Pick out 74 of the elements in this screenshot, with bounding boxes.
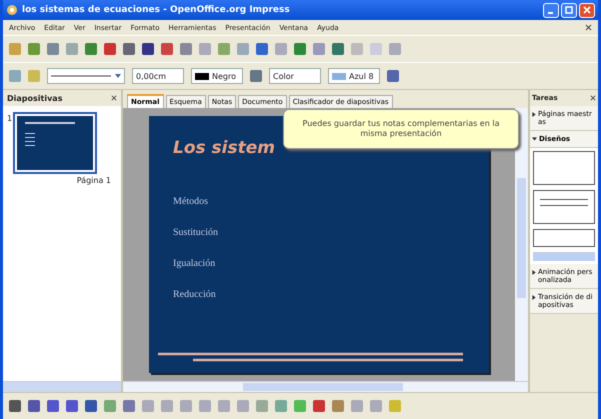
toolbar-icon[interactable]: [142, 43, 154, 55]
drawing-tool-icon[interactable]: [66, 400, 78, 412]
line-sample-icon: [51, 75, 111, 77]
toolbar-icon[interactable]: [123, 43, 135, 55]
drawing-tool-icon[interactable]: [28, 400, 40, 412]
collapsed-arrow-icon[interactable]: [532, 112, 536, 117]
scrollbar[interactable]: [533, 252, 595, 261]
close-icon[interactable]: [590, 95, 596, 101]
drawing-tool-icon[interactable]: [332, 400, 344, 412]
drawing-tool-icon[interactable]: [313, 400, 325, 412]
toolbar-icon[interactable]: [387, 70, 399, 82]
maximize-button[interactable]: [561, 2, 577, 18]
toolbar-icon[interactable]: [256, 43, 268, 55]
panel-title: Diapositivas: [7, 94, 62, 102]
slide-thumbnail[interactable]: [15, 114, 96, 172]
tooltip: Puedes guardar tus notas complementarias en la misma presentación: [283, 109, 519, 149]
slide-label: Página 1: [76, 176, 111, 185]
drawing-tool-icon[interactable]: [237, 400, 249, 412]
layout-preview[interactable]: [533, 151, 595, 185]
toolbar-icon[interactable]: [294, 43, 306, 55]
fill-type-dropdown[interactable]: Color: [269, 68, 321, 84]
bullet-text: Métodos: [173, 196, 209, 207]
toolbar-icon[interactable]: [104, 43, 116, 55]
drawing-tool-icon[interactable]: [370, 400, 382, 412]
collapsed-arrow-icon[interactable]: [532, 270, 536, 275]
drawing-tool-icon[interactable]: [104, 400, 116, 412]
app-icon: [6, 4, 18, 16]
scrollbar[interactable]: [3, 381, 121, 392]
dropdown-arrow-icon: [115, 74, 121, 78]
layout-preview[interactable]: [533, 229, 595, 247]
layout-preview[interactable]: [533, 190, 595, 224]
drawing-tool-icon[interactable]: [389, 400, 401, 412]
minimize-button[interactable]: [543, 2, 559, 18]
close-button[interactable]: [579, 2, 595, 18]
drawing-tool-icon[interactable]: [218, 400, 230, 412]
line-style-dropdown[interactable]: [47, 68, 125, 84]
close-icon[interactable]: [585, 24, 592, 31]
bullet-text: Reducción: [173, 289, 217, 300]
scrollbar[interactable]: [123, 381, 528, 392]
drawing-tool-icon[interactable]: [180, 400, 192, 412]
line-color-dropdown[interactable]: Negro: [191, 68, 243, 84]
drawing-tool-icon[interactable]: [275, 400, 287, 412]
collapsed-arrow-icon[interactable]: [532, 295, 536, 300]
toolbar-icon[interactable]: [180, 43, 192, 55]
window-title: los sistemas de ecuaciones - OpenOffice.org Impress: [22, 5, 290, 15]
bullet-text: Sustitución: [173, 227, 220, 238]
slide-number: 1: [7, 114, 12, 125]
scrollbar[interactable]: [515, 108, 528, 381]
fill-color-dropdown[interactable]: Azul 8: [328, 68, 380, 84]
toolbar-icon[interactable]: [28, 43, 40, 55]
toolbar-icon[interactable]: [332, 43, 344, 55]
maximize-icon: [565, 6, 573, 14]
drawing-tool-icon[interactable]: [142, 400, 154, 412]
drawing-tool-icon[interactable]: [351, 400, 363, 412]
slide-title: Los sistem: [173, 138, 275, 158]
drawing-tool-icon[interactable]: [85, 400, 97, 412]
toolbar-icon[interactable]: [250, 70, 262, 82]
line-width-field[interactable]: 0,00cm: [132, 68, 184, 84]
close-icon[interactable]: [111, 95, 117, 101]
expanded-arrow-icon[interactable]: [532, 137, 537, 141]
toolbar-icon[interactable]: [85, 43, 97, 55]
toolbar-icon[interactable]: [161, 43, 173, 55]
toolbar-icon[interactable]: [218, 43, 230, 55]
drawing-tool-icon[interactable]: [256, 400, 268, 412]
drawing-tool-icon[interactable]: [294, 400, 306, 412]
drawing-tool-icon[interactable]: [9, 400, 21, 412]
close-icon: [583, 6, 591, 14]
drawing-tool-icon[interactable]: [123, 400, 135, 412]
drawing-tool-icon[interactable]: [199, 400, 211, 412]
toolbar-icon[interactable]: [47, 43, 59, 55]
drawing-tool-icon[interactable]: [161, 400, 173, 412]
toolbar-icon[interactable]: [313, 43, 325, 55]
drawing-tool-icon[interactable]: [47, 400, 59, 412]
bullet-text: Igualación: [173, 258, 216, 269]
